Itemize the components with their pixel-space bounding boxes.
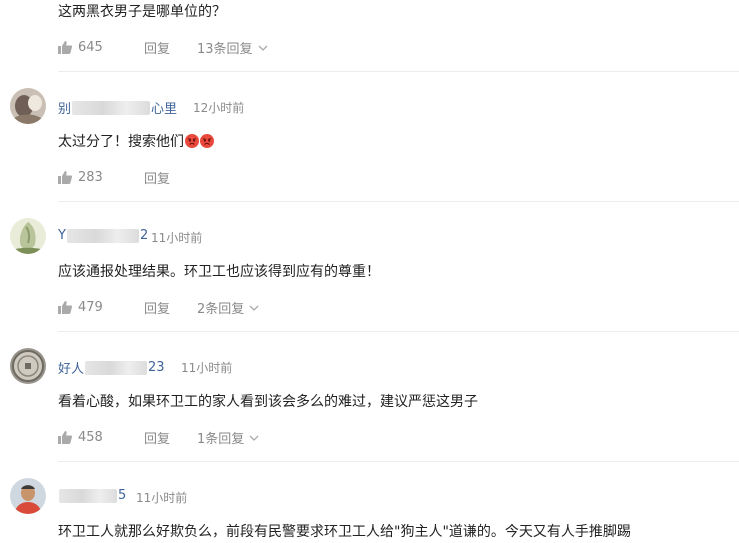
divider xyxy=(58,461,739,462)
username-suffix: 2 xyxy=(139,228,149,243)
avatar[interactable] xyxy=(10,88,46,124)
chevron-down-icon xyxy=(249,435,259,441)
comment-text: 太过分了！搜索他们 xyxy=(58,131,214,151)
like-count: 479 xyxy=(78,300,103,315)
like-count: 458 xyxy=(78,430,103,445)
username-prefix: Y xyxy=(58,228,66,243)
username-suffix: 23 xyxy=(148,360,165,375)
reply-button[interactable]: 回复 xyxy=(144,428,197,447)
comment-actions: 283 回复 xyxy=(58,168,197,187)
like-button[interactable]: 458 xyxy=(58,430,144,445)
comment-text-body: 太过分了！搜索他们 xyxy=(58,134,184,150)
timestamp: 11小时前 xyxy=(151,231,203,245)
comment-text: 环卫工人就那么好欺负么，前段有民警要求环卫工人给"狗主人"道谦的。今天又有人手推… xyxy=(58,524,631,540)
avatar[interactable] xyxy=(10,218,46,254)
chevron-down-icon xyxy=(258,45,268,51)
reply-button[interactable]: 回复 xyxy=(144,38,197,57)
timestamp: 11小时前 xyxy=(181,361,233,375)
username[interactable]: 别 心里 xyxy=(58,98,177,117)
username-suffix: 心里 xyxy=(151,102,178,117)
like-button[interactable]: 645 xyxy=(58,40,144,55)
reply-count-label: 2条回复 xyxy=(197,302,245,317)
like-count: 283 xyxy=(78,170,103,185)
comment-text: 看着心酸，如果环卫工的家人看到该会多么的难过，建议严惩这男子 xyxy=(58,394,478,410)
divider xyxy=(58,201,739,202)
like-button[interactable]: 479 xyxy=(58,300,144,315)
thumbs-up-icon xyxy=(58,301,72,314)
redacted-name xyxy=(66,228,139,243)
timestamp: 12小时前 xyxy=(193,101,245,115)
chevron-down-icon xyxy=(249,305,259,311)
reply-count-label: 13条回复 xyxy=(197,42,253,57)
username[interactable]: Y 2 xyxy=(58,228,148,243)
thumbs-up-icon xyxy=(58,171,72,184)
username-prefix: 好人 xyxy=(58,362,85,377)
thumbs-up-icon xyxy=(58,41,72,54)
avatar[interactable] xyxy=(10,478,46,514)
like-count: 645 xyxy=(78,40,103,55)
redacted-name xyxy=(59,488,117,503)
redacted-name xyxy=(85,360,148,375)
reply-button[interactable]: 回复 xyxy=(144,298,197,317)
angry-face-icon xyxy=(185,134,199,148)
redacted-name xyxy=(72,100,151,115)
like-button[interactable]: 283 xyxy=(58,170,144,185)
comment-actions: 458 回复 1条回复 xyxy=(58,428,259,447)
username-suffix: 5 xyxy=(118,488,127,503)
username[interactable]: 5 xyxy=(58,488,126,503)
angry-face-icon xyxy=(200,134,214,148)
username-prefix: 别 xyxy=(58,102,72,117)
divider xyxy=(58,71,739,72)
username[interactable]: 好人 23 xyxy=(58,358,165,377)
reply-count-label: 1条回复 xyxy=(197,432,245,447)
timestamp: 11小时前 xyxy=(136,491,188,505)
view-replies-button[interactable]: 1条回复 xyxy=(197,428,259,447)
comment-actions: 645 回复 13条回复 xyxy=(58,38,268,57)
thumbs-up-icon xyxy=(58,431,72,444)
comment-text: 这两黑衣男子是哪单位的？ xyxy=(58,4,226,20)
avatar[interactable] xyxy=(10,348,46,384)
reply-button[interactable]: 回复 xyxy=(144,168,197,187)
comment-actions: 479 回复 2条回复 xyxy=(58,298,259,317)
view-replies-button[interactable]: 2条回复 xyxy=(197,298,259,317)
divider xyxy=(58,331,739,332)
comment-text: 应该通报处理结果。环卫工也应该得到应有的尊重！ xyxy=(58,264,380,280)
view-replies-button[interactable]: 13条回复 xyxy=(197,38,268,57)
